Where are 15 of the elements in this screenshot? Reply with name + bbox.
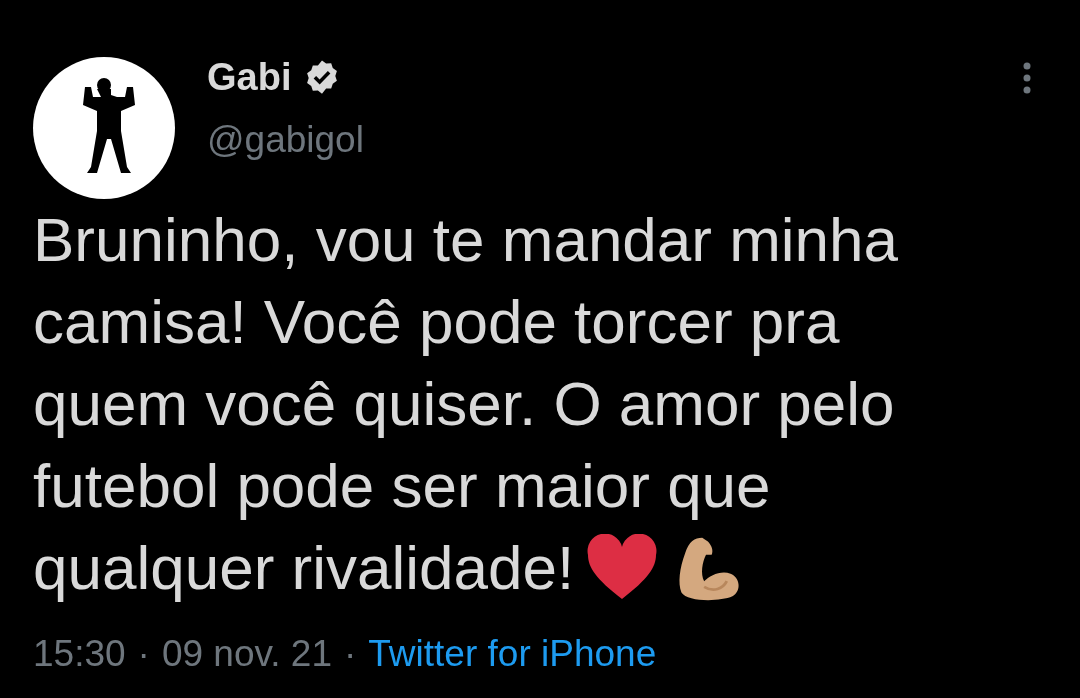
author-handle[interactable]: @gabigol	[207, 119, 364, 161]
source-link[interactable]: Twitter for iPhone	[368, 633, 657, 675]
author-name[interactable]: Gabi	[207, 55, 292, 99]
more-options-icon[interactable]	[1022, 61, 1032, 95]
tweet-text-line: futebol pode ser maior que	[33, 450, 771, 522]
tweet-date: 09 nov. 21	[161, 633, 332, 675]
separator-dot: ·	[137, 633, 150, 675]
tweet-text-line: quem você quiser. O amor pelo	[33, 368, 895, 440]
separator-dot: ·	[344, 633, 357, 675]
tweet-text-line: camisa! Você pode torcer pra	[33, 286, 840, 358]
tweet-text-line: qualquer rivalidade!	[33, 532, 575, 604]
tweet-time: 15:30	[33, 633, 126, 675]
heart-icon	[586, 534, 659, 602]
tweet-text-line: Bruninho, vou te mandar minha	[33, 204, 899, 276]
avatar-silhouette-icon[interactable]	[33, 57, 175, 199]
